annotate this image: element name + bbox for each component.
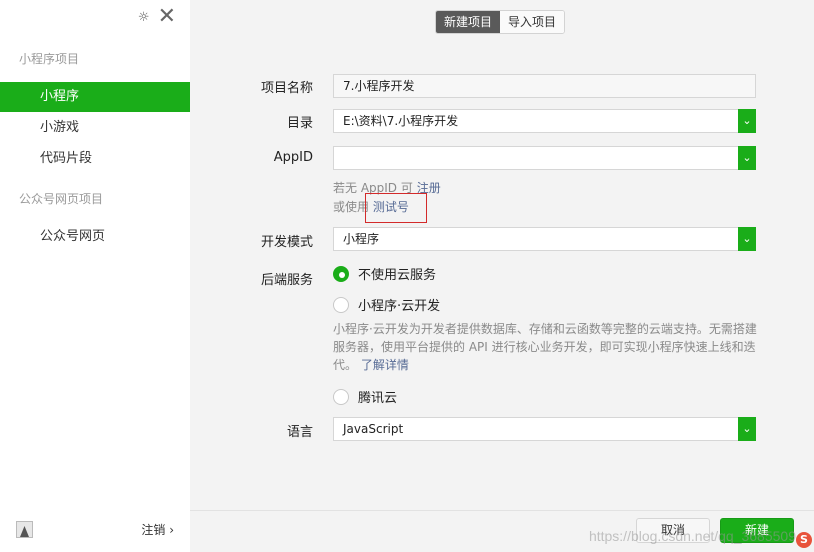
tab-import-project[interactable]: 导入项目 — [500, 11, 565, 33]
backend-option-cloud[interactable]: 小程序·云开发 — [333, 295, 440, 314]
dev-mode-label: 开发模式 — [260, 235, 313, 250]
sidebar-item-snippet[interactable]: 代码片段 — [0, 144, 190, 174]
sidebar-footer: 注销 › — [16, 521, 174, 538]
directory-value: E:\资料\7.小程序开发 — [343, 114, 459, 128]
directory-select[interactable]: E:\资料\7.小程序开发 ⌄ — [333, 109, 756, 133]
chevron-down-icon[interactable]: ⌄ — [738, 227, 756, 251]
project-tabs: 新建项目 导入项目 — [435, 10, 566, 34]
sidebar-section-mini: 小程序项目 — [19, 52, 80, 66]
close-icon[interactable]: ✕ — [158, 6, 176, 28]
dev-mode-value: 小程序 — [343, 232, 380, 246]
backend-option-label: 腾讯云 — [358, 391, 398, 406]
settings-icon[interactable]: ☼ — [138, 10, 150, 25]
highlight-box — [365, 193, 427, 223]
directory-label: 目录 — [286, 116, 313, 131]
main-panel: 新建项目 导入项目 项目名称 7.小程序开发 目录 E:\资料\7.小程序开发 … — [190, 0, 814, 552]
chevron-down-icon[interactable]: ⌄ — [738, 146, 756, 170]
dev-mode-select[interactable]: 小程序 ⌄ — [333, 227, 756, 251]
backend-option-label: 小程序·云开发 — [358, 299, 441, 314]
cloud-description: 小程序·云开发为开发者提供数据库、存储和云函数等完整的云端支持。无需搭建服务器，… — [333, 320, 761, 374]
sidebar-section-mp: 公众号网页项目 — [19, 192, 104, 206]
watermark-logo: S — [796, 532, 812, 548]
avatar[interactable] — [16, 521, 33, 538]
language-select[interactable]: JavaScript ⌄ — [333, 417, 756, 441]
backend-label: 后端服务 — [260, 273, 313, 288]
language-value: JavaScript — [343, 422, 404, 436]
chevron-down-icon[interactable]: ⌄ — [738, 109, 756, 133]
chevron-down-icon[interactable]: ⌄ — [738, 417, 756, 441]
sidebar-item-mp-web[interactable]: 公众号网页 — [0, 222, 190, 252]
language-label: 语言 — [286, 425, 313, 440]
appid-input[interactable]: ⌄ — [333, 146, 756, 170]
tab-new-project[interactable]: 新建项目 — [436, 11, 501, 33]
sidebar-item-minigame[interactable]: 小游戏 — [0, 113, 190, 143]
appid-label: AppID — [273, 150, 313, 165]
radio-unchecked[interactable] — [333, 296, 349, 313]
hint-or-use: 或使用 — [333, 200, 370, 214]
learn-more-link[interactable]: 了解详情 — [361, 358, 409, 372]
radio-unchecked[interactable] — [333, 388, 349, 405]
logout-link[interactable]: 注销 › — [141, 521, 174, 538]
sidebar-item-miniprogram[interactable]: 小程序 — [0, 82, 190, 112]
watermark-text: https://blog.csdn.net/qq_3685509 — [588, 528, 796, 544]
backend-option-none[interactable]: 不使用云服务 — [333, 264, 436, 283]
window-controls: ☼ ✕ — [138, 6, 176, 28]
backend-option-tencent[interactable]: 腾讯云 — [333, 387, 397, 406]
project-name-label: 项目名称 — [260, 81, 313, 96]
radio-checked[interactable] — [333, 265, 349, 282]
backend-option-label: 不使用云服务 — [358, 268, 437, 283]
sidebar: ☼ ✕ 小程序项目 小程序 小游戏 代码片段 公众号网页项目 公众号网页 注销 … — [0, 0, 190, 552]
project-name-input[interactable]: 7.小程序开发 — [333, 74, 756, 98]
